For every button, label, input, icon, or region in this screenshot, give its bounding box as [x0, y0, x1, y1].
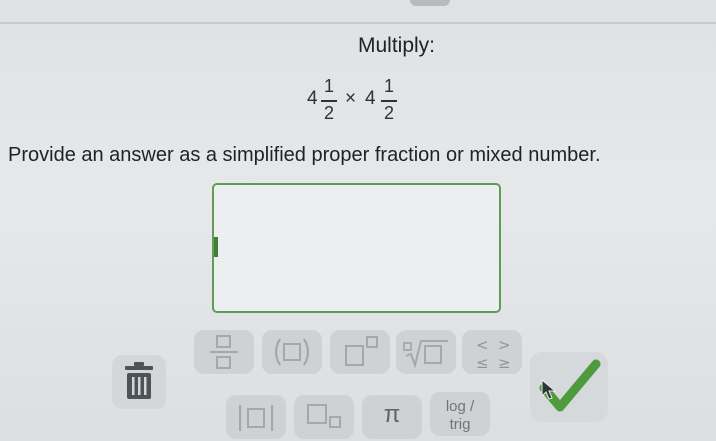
fraction-template-icon [210, 335, 238, 369]
less-equal-symbol: ≤ [476, 354, 489, 372]
exponent-key[interactable] [330, 330, 390, 374]
exponent-template-icon [345, 336, 378, 366]
pi-label: π [383, 401, 401, 428]
nth-root-template-icon [403, 340, 448, 369]
fraction-key[interactable] [194, 330, 254, 374]
answer-input[interactable] [212, 183, 501, 313]
inequality-key[interactable]: < > ≤ ≥ [462, 330, 522, 374]
top-scroll-tab [410, 0, 450, 6]
denominator-2: 2 [383, 103, 394, 123]
nth-root-key[interactable] [396, 330, 456, 374]
trig-label: trig [449, 416, 471, 433]
trash-icon [125, 362, 153, 399]
less-than-symbol: < [476, 336, 489, 354]
parentheses-key[interactable] [262, 330, 322, 374]
pi-key[interactable]: π [362, 395, 422, 439]
numerator-1: 1 [323, 76, 334, 96]
delete-button[interactable] [112, 355, 166, 409]
top-divider [0, 22, 716, 24]
text-cursor [214, 237, 218, 257]
absolute-value-template-icon [239, 405, 274, 431]
parentheses-template-icon [274, 338, 310, 366]
subscript-template-icon [307, 404, 341, 428]
log-trig-key[interactable]: log / trig [430, 392, 490, 436]
whole-number-2: 4 [365, 88, 376, 109]
absolute-value-key[interactable] [226, 395, 286, 439]
mouse-pointer-icon [541, 378, 557, 400]
inequality-symbols-icon: < > ≤ ≥ [476, 336, 511, 372]
fraction-bar-1 [321, 100, 337, 102]
multiply-operator: × [345, 88, 357, 109]
fraction-bar-2 [381, 100, 397, 102]
greater-than-symbol: > [498, 336, 511, 354]
subscript-key[interactable] [294, 395, 354, 439]
greater-equal-symbol: ≥ [498, 354, 511, 372]
answer-instructions: Provide an answer as a simplified proper… [8, 144, 601, 166]
question-title: Multiply: [358, 34, 436, 57]
whole-number-1: 4 [307, 88, 318, 109]
denominator-1: 2 [323, 103, 334, 123]
numerator-2: 1 [383, 76, 394, 96]
log-label: log / [445, 398, 475, 415]
